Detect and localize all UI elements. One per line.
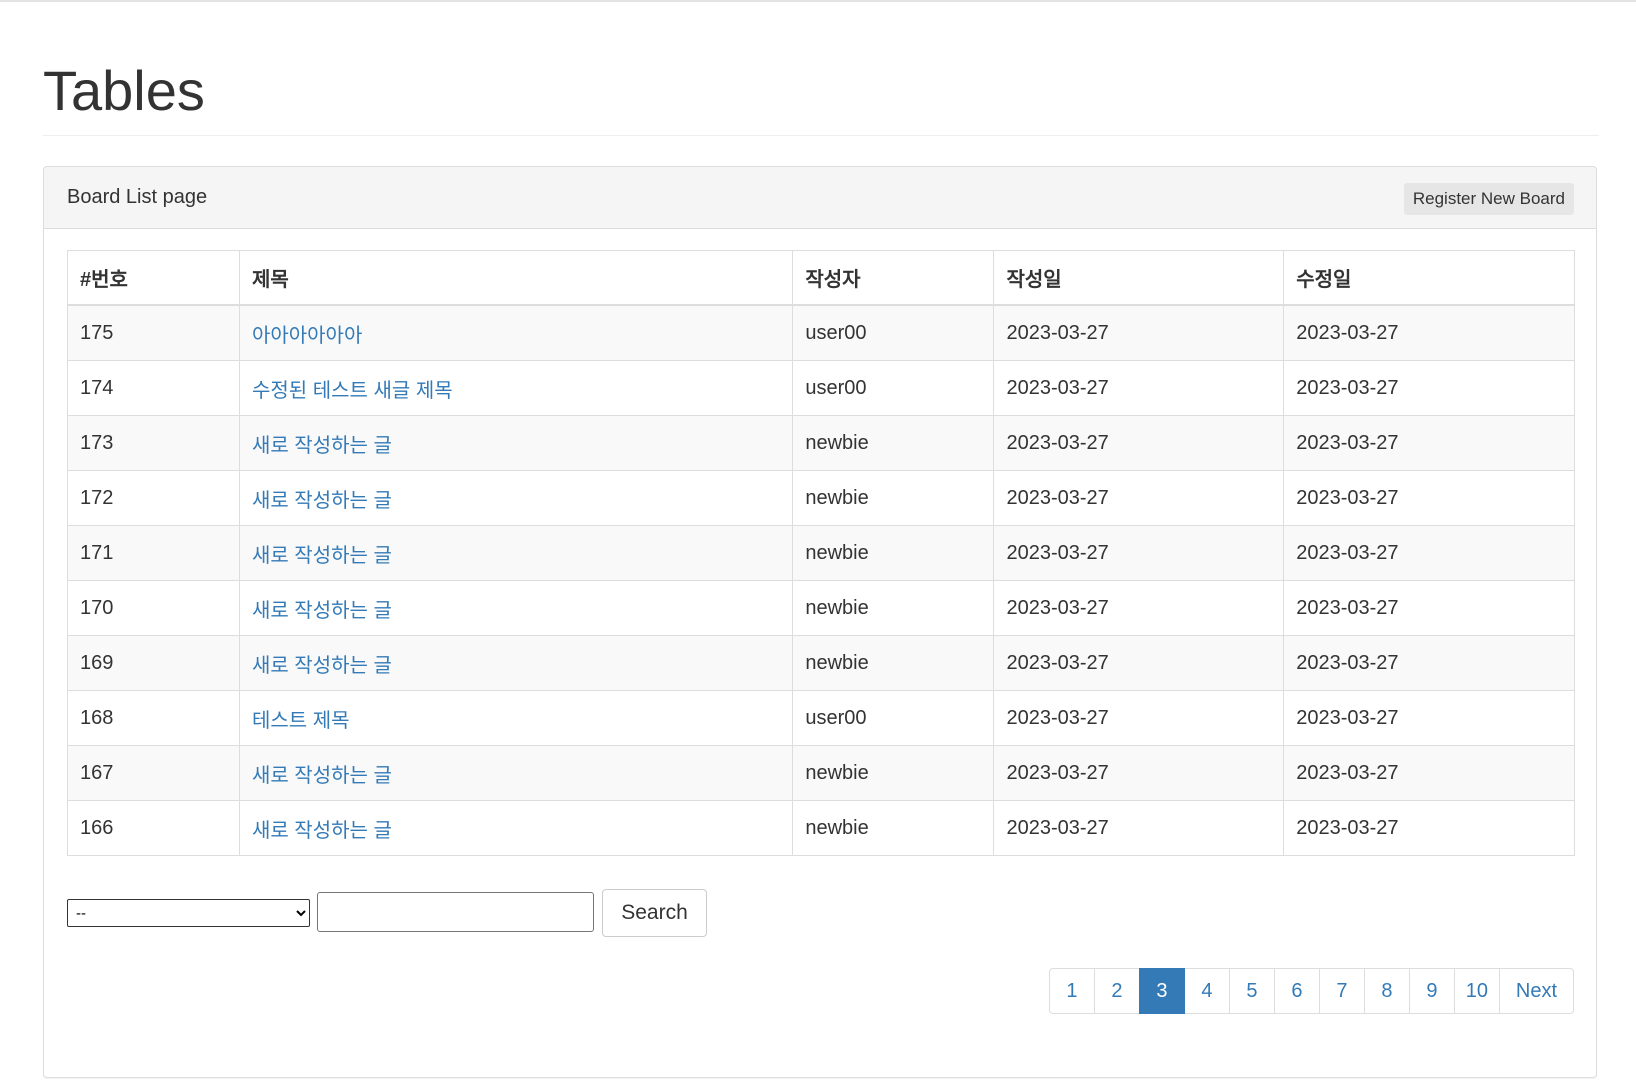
row-number: 169 bbox=[67, 635, 240, 691]
row-updatedate: 2023-03-27 bbox=[1283, 635, 1575, 691]
row-title-link[interactable]: 새로 작성하는 글 bbox=[252, 600, 392, 622]
row-writer: user00 bbox=[792, 304, 995, 361]
row-regdate: 2023-03-27 bbox=[993, 415, 1285, 471]
row-regdate: 2023-03-27 bbox=[993, 580, 1285, 636]
table-row: 173 새로 작성하는 글 newbie 2023-03-27 2023-03-… bbox=[67, 415, 1575, 471]
row-regdate: 2023-03-27 bbox=[993, 525, 1285, 581]
row-number: 174 bbox=[67, 360, 240, 416]
row-number: 175 bbox=[67, 304, 240, 361]
row-updatedate: 2023-03-27 bbox=[1283, 580, 1575, 636]
table-row: 168 테스트 제목 user00 2023-03-27 2023-03-27 bbox=[67, 690, 1575, 746]
row-updatedate: 2023-03-27 bbox=[1283, 745, 1575, 801]
row-writer: user00 bbox=[792, 690, 995, 746]
column-header-writer: 작성자 bbox=[792, 250, 995, 306]
search-button[interactable]: Search bbox=[602, 889, 707, 937]
row-title-link[interactable]: 새로 작성하는 글 bbox=[252, 820, 392, 842]
row-regdate: 2023-03-27 bbox=[993, 360, 1285, 416]
row-updatedate: 2023-03-27 bbox=[1283, 525, 1575, 581]
row-writer: newbie bbox=[792, 635, 995, 691]
row-regdate: 2023-03-27 bbox=[993, 635, 1285, 691]
board-table: #번호 제목 작성자 작성일 수정일 175 아아아아아아 user00 202… bbox=[67, 250, 1575, 856]
row-updatedate: 2023-03-27 bbox=[1283, 800, 1575, 856]
page-link-4[interactable]: 4 bbox=[1183, 968, 1230, 1014]
pagination: 1 2 3 4 5 6 7 8 9 10 Next bbox=[1048, 968, 1574, 1016]
page-link-5[interactable]: 5 bbox=[1228, 968, 1275, 1014]
panel-heading: Board List page Register New Board bbox=[44, 167, 1596, 229]
row-title-cell: 새로 작성하는 글 bbox=[238, 525, 794, 581]
board-panel: Board List page Register New Board #번호 제… bbox=[43, 166, 1597, 1078]
top-rule bbox=[0, 0, 1636, 2]
page-link-7[interactable]: 7 bbox=[1318, 968, 1365, 1014]
row-regdate: 2023-03-27 bbox=[993, 470, 1285, 526]
table-header-row: #번호 제목 작성자 작성일 수정일 bbox=[67, 250, 1575, 306]
column-header-number: #번호 bbox=[67, 250, 240, 306]
row-title-cell: 새로 작성하는 글 bbox=[238, 635, 794, 691]
page-link-8[interactable]: 8 bbox=[1363, 968, 1410, 1014]
page-link-2[interactable]: 2 bbox=[1093, 968, 1140, 1014]
page-link-3-active[interactable]: 3 bbox=[1138, 968, 1185, 1014]
column-header-regdate: 작성일 bbox=[993, 250, 1285, 306]
row-title-cell: 아아아아아아 bbox=[238, 304, 794, 361]
row-updatedate: 2023-03-27 bbox=[1283, 470, 1575, 526]
table-row: 169 새로 작성하는 글 newbie 2023-03-27 2023-03-… bbox=[67, 635, 1575, 691]
search-keyword-input[interactable] bbox=[317, 892, 594, 932]
register-new-board-button[interactable]: Register New Board bbox=[1403, 183, 1574, 215]
row-title-link[interactable]: 새로 작성하는 글 bbox=[252, 435, 392, 457]
page-link-6[interactable]: 6 bbox=[1273, 968, 1320, 1014]
row-number: 172 bbox=[67, 470, 240, 526]
table-row: 172 새로 작성하는 글 newbie 2023-03-27 2023-03-… bbox=[67, 470, 1575, 526]
table-row: 166 새로 작성하는 글 newbie 2023-03-27 2023-03-… bbox=[67, 800, 1575, 856]
panel-heading-title: Board List page bbox=[67, 186, 208, 208]
table-row: 171 새로 작성하는 글 newbie 2023-03-27 2023-03-… bbox=[67, 525, 1575, 581]
row-title-link[interactable]: 새로 작성하는 글 bbox=[252, 545, 392, 567]
page-link-9[interactable]: 9 bbox=[1408, 968, 1455, 1014]
row-regdate: 2023-03-27 bbox=[993, 690, 1285, 746]
row-writer: newbie bbox=[792, 580, 995, 636]
page-link-10[interactable]: 10 bbox=[1453, 968, 1500, 1014]
row-regdate: 2023-03-27 bbox=[993, 800, 1285, 856]
row-title-cell: 새로 작성하는 글 bbox=[238, 745, 794, 801]
row-writer: newbie bbox=[792, 470, 995, 526]
row-title-cell: 테스트 제목 bbox=[238, 690, 794, 746]
row-title-cell: 새로 작성하는 글 bbox=[238, 415, 794, 471]
row-updatedate: 2023-03-27 bbox=[1283, 690, 1575, 746]
row-title-link[interactable]: 아아아아아아 bbox=[252, 325, 362, 347]
row-title-link[interactable]: 테스트 제목 bbox=[252, 710, 350, 732]
table-row: 175 아아아아아아 user00 2023-03-27 2023-03-27 bbox=[67, 304, 1575, 361]
row-number: 167 bbox=[67, 745, 240, 801]
row-updatedate: 2023-03-27 bbox=[1283, 304, 1575, 361]
search-type-select[interactable]: -- bbox=[67, 899, 310, 927]
row-number: 168 bbox=[67, 690, 240, 746]
row-writer: newbie bbox=[792, 800, 995, 856]
row-number: 173 bbox=[67, 415, 240, 471]
row-number: 170 bbox=[67, 580, 240, 636]
row-title-link[interactable]: 수정된 테스트 새글 제목 bbox=[252, 380, 453, 402]
page-title: Tables bbox=[43, 59, 205, 122]
row-writer: newbie bbox=[792, 525, 995, 581]
row-title-cell: 새로 작성하는 글 bbox=[238, 580, 794, 636]
row-number: 166 bbox=[67, 800, 240, 856]
column-header-title: 제목 bbox=[238, 250, 794, 306]
row-writer: newbie bbox=[792, 745, 995, 801]
row-writer: user00 bbox=[792, 360, 995, 416]
row-title-cell: 새로 작성하는 글 bbox=[238, 800, 794, 856]
row-title-cell: 수정된 테스트 새글 제목 bbox=[238, 360, 794, 416]
row-updatedate: 2023-03-27 bbox=[1283, 360, 1575, 416]
page-link-1[interactable]: 1 bbox=[1048, 968, 1095, 1014]
row-title-link[interactable]: 새로 작성하는 글 bbox=[252, 490, 392, 512]
table-row: 174 수정된 테스트 새글 제목 user00 2023-03-27 2023… bbox=[67, 360, 1575, 416]
row-regdate: 2023-03-27 bbox=[993, 745, 1285, 801]
row-updatedate: 2023-03-27 bbox=[1283, 415, 1575, 471]
page-header: Tables bbox=[43, 40, 1599, 136]
row-title-link[interactable]: 새로 작성하는 글 bbox=[252, 655, 392, 677]
row-title-cell: 새로 작성하는 글 bbox=[238, 470, 794, 526]
row-number: 171 bbox=[67, 525, 240, 581]
row-regdate: 2023-03-27 bbox=[993, 304, 1285, 361]
row-title-link[interactable]: 새로 작성하는 글 bbox=[252, 765, 392, 787]
column-header-updatedate: 수정일 bbox=[1283, 250, 1575, 306]
table-row: 167 새로 작성하는 글 newbie 2023-03-27 2023-03-… bbox=[67, 745, 1575, 801]
row-writer: newbie bbox=[792, 415, 995, 471]
table-row: 170 새로 작성하는 글 newbie 2023-03-27 2023-03-… bbox=[67, 580, 1575, 636]
next-page-link[interactable]: Next bbox=[1498, 968, 1574, 1014]
